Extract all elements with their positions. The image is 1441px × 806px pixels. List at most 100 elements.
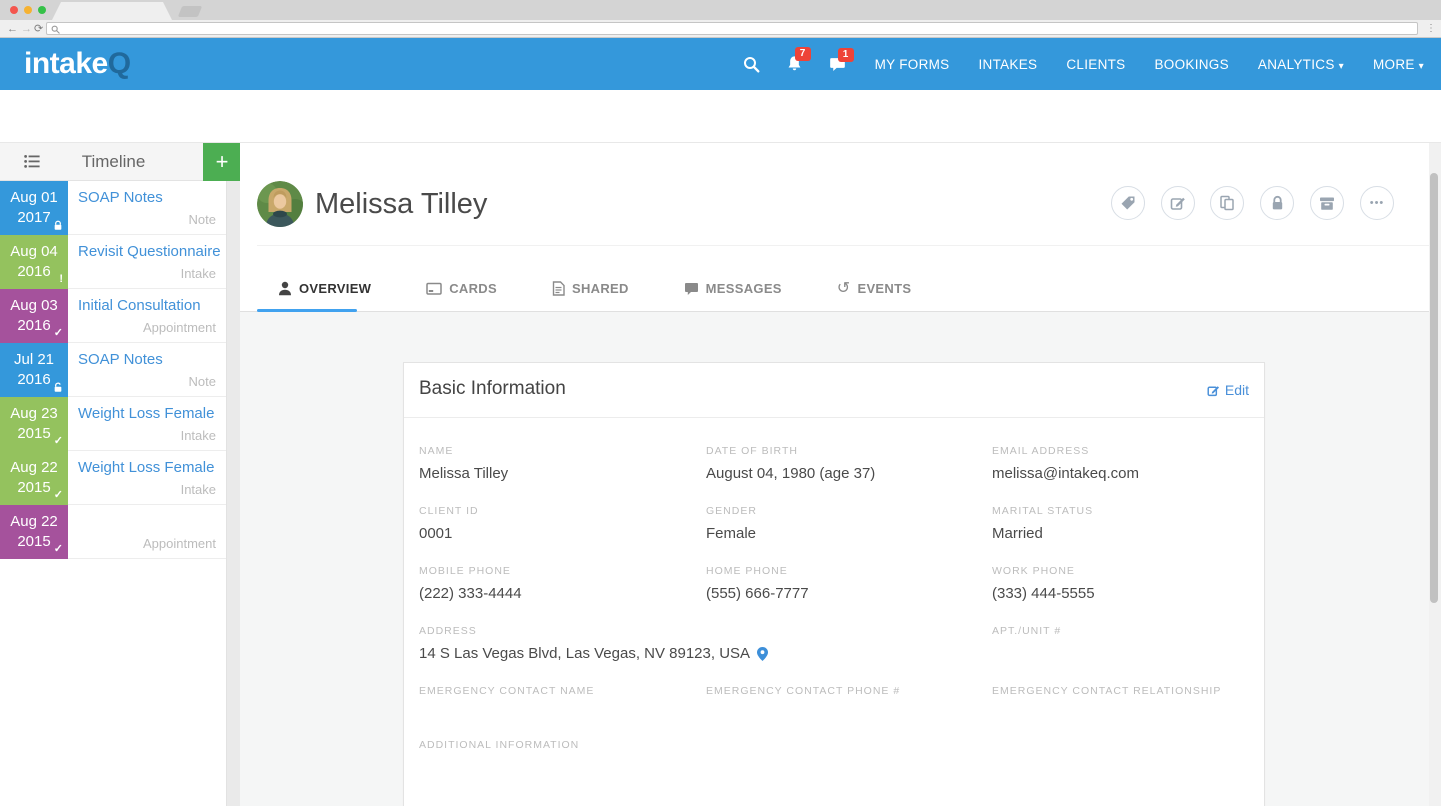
tab-cards[interactable]: CARDS	[426, 281, 497, 296]
nav-bookings[interactable]: BOOKINGS	[1154, 57, 1228, 72]
field-label: EMERGENCY CONTACT NAME	[419, 685, 699, 697]
timeline-entry[interactable]: Aug 22 2015 ✓ Weight Loss Female Intake	[0, 451, 226, 505]
nav-my-forms[interactable]: MY FORMS	[875, 57, 950, 72]
divider	[257, 245, 1429, 246]
entry-title-link[interactable]: Revisit Questionnaire	[78, 243, 221, 260]
field-value: Married	[992, 525, 1272, 542]
add-timeline-item-button[interactable]: +	[203, 143, 241, 181]
date-badge: Aug 23 2015 ✓	[0, 397, 68, 451]
browser-toolbar: ← → ⟳ ⋮	[0, 20, 1441, 38]
timeline-entry[interactable]: Aug 04 2016 ! Revisit Questionnaire Inta…	[0, 235, 226, 289]
unlock-icon	[53, 382, 63, 393]
archive-button[interactable]	[1310, 186, 1344, 220]
date-line1: Aug 23	[0, 404, 68, 424]
browser-tab[interactable]	[52, 2, 172, 20]
date-line1: Jul 21	[0, 350, 68, 370]
history-icon: ↺	[837, 282, 851, 295]
tab-label: MESSAGES	[706, 281, 782, 296]
notifications-bell-icon[interactable]: 7	[786, 55, 803, 73]
entry-title-link[interactable]: Weight Loss Female	[78, 405, 214, 422]
timeline-entry[interactable]: Aug 01 2017 SOAP Notes Note	[0, 181, 226, 235]
field-address: ADDRESS 14 S Las Vegas Blvd, Las Vegas, …	[419, 625, 979, 662]
field-apt-unit: APT./UNIT #	[992, 625, 1272, 645]
search-icon	[51, 25, 60, 34]
date-line1: Aug 01	[0, 188, 68, 208]
card-icon	[426, 282, 442, 296]
url-bar[interactable]	[46, 22, 1418, 35]
tab-messages[interactable]: MESSAGES	[684, 281, 782, 296]
map-pin-icon[interactable]	[757, 647, 768, 661]
more-actions-button[interactable]: •••	[1360, 186, 1394, 220]
intakeq-logo[interactable]: intakeQ	[24, 38, 131, 90]
new-tab-button[interactable]	[178, 6, 202, 17]
entry-body: Revisit Questionnaire Intake	[68, 235, 226, 289]
field-label: EMAIL ADDRESS	[992, 445, 1272, 457]
field-label: WORK PHONE	[992, 565, 1272, 577]
entry-type-label: Appointment	[143, 320, 216, 335]
client-name: Melissa Tilley	[315, 181, 487, 227]
edit-client-button[interactable]	[1161, 186, 1195, 220]
timeline-entry[interactable]: Aug 23 2015 ✓ Weight Loss Female Intake	[0, 397, 226, 451]
close-window-button[interactable]	[10, 6, 18, 14]
app-header: intakeQ 7 1 MY FORMS INTAKES CLIENTS BOO…	[0, 38, 1441, 90]
page-body: Timeline Aug 01 2017 SOAP Notes Note Aug…	[0, 143, 1441, 806]
entry-body: Initial Consultation Appointment	[68, 289, 226, 343]
minimize-window-button[interactable]	[24, 6, 32, 14]
maximize-window-button[interactable]	[38, 6, 46, 14]
search-icon[interactable]	[743, 56, 760, 73]
forward-icon[interactable]: →	[21, 20, 32, 38]
field-emergency-contact-name: EMERGENCY CONTACT NAME	[419, 685, 699, 705]
tab-shared[interactable]: SHARED	[552, 281, 629, 296]
check-icon: ✓	[54, 544, 63, 555]
tab-label: SHARED	[572, 281, 629, 296]
nav-clients[interactable]: CLIENTS	[1066, 57, 1125, 72]
logo-intake-text: intake	[24, 47, 108, 80]
entry-title-link[interactable]: Weight Loss Female	[78, 459, 214, 476]
top-nav: 7 1 MY FORMS INTAKES CLIENTS BOOKINGS AN…	[717, 38, 1424, 90]
tab-events[interactable]: ↺ EVENTS	[837, 281, 912, 296]
tab-overview[interactable]: OVERVIEW	[278, 281, 371, 296]
field-work-phone: WORK PHONE (333) 444-5555	[992, 565, 1272, 602]
client-search-row: + Client Browse	[0, 90, 1441, 143]
messages-bubble-icon[interactable]: 1	[829, 56, 846, 73]
field-value: 14 S Las Vegas Blvd, Las Vegas, NV 89123…	[419, 645, 750, 662]
field-home-phone: HOME PHONE (555) 666-7777	[706, 565, 986, 602]
field-name: NAME Melissa Tilley	[419, 445, 699, 482]
field-value: August 04, 1980 (age 37)	[706, 465, 986, 482]
scrollbar-thumb[interactable]	[1430, 173, 1438, 603]
lock-button[interactable]	[1260, 186, 1294, 220]
caret-down-icon: ▾	[1419, 61, 1424, 72]
card-title: Basic Information	[419, 378, 566, 400]
nav-label: ANALYTICS	[1258, 57, 1335, 72]
date-line1: Aug 03	[0, 296, 68, 316]
timeline-entry[interactable]: Aug 03 2016 ✓ Initial Consultation Appoi…	[0, 289, 226, 343]
entry-body: SOAP Notes Note	[68, 181, 226, 235]
message-count-badge: 1	[838, 48, 854, 62]
copy-button[interactable]	[1210, 186, 1244, 220]
nav-analytics[interactable]: ANALYTICS▾	[1258, 57, 1344, 72]
copy-icon	[1219, 195, 1235, 211]
back-icon[interactable]: ←	[7, 20, 18, 38]
app-screen: ← → ⟳ ⋮ intakeQ 7 1 MY FORMS I	[0, 0, 1441, 806]
browser-tab-bar	[0, 0, 1441, 20]
field-label: DATE OF BIRTH	[706, 445, 986, 457]
refresh-icon[interactable]: ⟳	[34, 20, 43, 38]
entry-title-link[interactable]: SOAP Notes	[78, 189, 163, 206]
nav-intakes[interactable]: INTAKES	[978, 57, 1037, 72]
page-scrollbar[interactable]	[1429, 143, 1441, 806]
avatar[interactable]	[257, 181, 303, 227]
entry-title-link[interactable]: SOAP Notes	[78, 351, 163, 368]
browser-menu-icon[interactable]: ⋮	[1426, 20, 1436, 38]
entry-type-label: Intake	[181, 266, 216, 281]
tags-button[interactable]	[1111, 186, 1145, 220]
date-line2: 2016	[0, 262, 68, 282]
basic-information-card: Basic Information Edit NAME Melissa Till…	[403, 362, 1265, 806]
field-gender: GENDER Female	[706, 505, 986, 542]
entry-body: SOAP Notes Note	[68, 343, 226, 397]
entry-title-link[interactable]: Initial Consultation	[78, 297, 201, 314]
edit-basic-info-link[interactable]: Edit	[1207, 382, 1249, 398]
timeline-entry[interactable]: Aug 22 2015 ✓ Appointment	[0, 505, 226, 559]
timeline-entry[interactable]: Jul 21 2016 SOAP Notes Note	[0, 343, 226, 397]
field-value: 0001	[419, 525, 699, 542]
nav-more[interactable]: MORE▾	[1373, 57, 1424, 72]
